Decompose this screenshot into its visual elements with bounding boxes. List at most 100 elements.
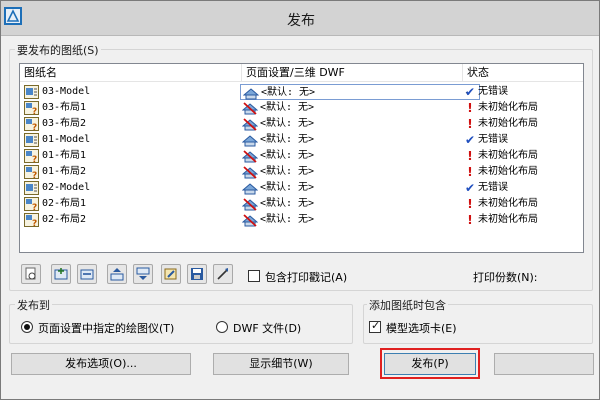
save-list-button[interactable] — [187, 264, 207, 284]
plot-stamp-settings-button[interactable] — [161, 264, 181, 284]
page-setup-text: <默认: 无> — [260, 182, 315, 193]
status-cell: ! 未初始化布局 — [462, 164, 538, 180]
plotter-crossed-icon — [241, 149, 259, 163]
cancel-button-partial[interactable] — [494, 353, 594, 375]
page-setup-text: <默认: 无> — [260, 102, 315, 113]
plotter-crossed-icon — [241, 213, 259, 227]
sheet-row[interactable]: ? 02-布局1 <默认: 无>! 未初始化布局 — [20, 196, 583, 213]
sheet-row[interactable]: ? 01-布局2 <默认: 无>! 未初始化布局 — [20, 164, 583, 181]
status-text: 无错误 — [478, 134, 508, 145]
check-icon: ✔ — [464, 85, 476, 99]
page-setup-text: <默认: 无> — [260, 134, 315, 145]
sheet-name-text: 01-Model — [42, 134, 91, 145]
page-setup-cell[interactable]: <默认: 无> — [240, 196, 480, 212]
layout-sheet-icon: ? — [24, 165, 39, 181]
sheet-name-cell[interactable]: ? 02-布局1 — [22, 196, 87, 213]
status-cell: ✔ 无错误 — [462, 84, 508, 100]
column-header-setup[interactable]: 页面设置/三维 DWF — [241, 64, 461, 82]
page-setup-cell[interactable]: <默认: 无> — [240, 212, 480, 228]
page-setup-cell[interactable]: <默认: 无> — [240, 148, 480, 164]
sheet-row[interactable]: 03-Model <默认: 无> ⌄ ✔ 无错误 — [20, 84, 583, 100]
status-cell: ! 未初始化布局 — [462, 100, 538, 116]
page-setup-text: <默认: 无> — [260, 214, 315, 225]
publish-options-button[interactable]: 发布选项(O)... — [11, 353, 191, 375]
sheet-name-text: 03-布局2 — [42, 118, 87, 129]
show-details-button[interactable]: 显示细节(W) — [213, 353, 349, 375]
page-setup-cell[interactable]: <默认: 无> — [240, 180, 480, 196]
warning-icon: ! — [467, 197, 473, 211]
plotter-crossed-icon — [241, 101, 259, 115]
svg-text:?: ? — [32, 171, 37, 179]
sheet-row[interactable]: 02-Model <默认: 无> ✔ 无错误 — [20, 180, 583, 196]
sheet-name-text: 02-布局1 — [42, 198, 87, 209]
sheet-name-cell[interactable]: ? 03-布局2 — [22, 116, 87, 133]
sheet-row[interactable]: 01-Model <默认: 无> ✔ 无错误 — [20, 132, 583, 148]
publish-dialog: 发布 要发布的图纸(S) 图纸名 页面设置/三维 DWF 状态 03-Model… — [0, 0, 600, 400]
model-tab-label: 模型选项卡(E) — [386, 322, 457, 335]
move-down-button[interactable] — [133, 264, 153, 284]
page-setup-cell[interactable]: <默认: 无> — [240, 100, 480, 116]
sheet-name-cell[interactable]: 01-Model — [22, 132, 90, 148]
dwf-radio[interactable] — [216, 321, 228, 333]
layout-sheet-icon: ? — [24, 117, 39, 133]
status-cell: ✔ 无错误 — [462, 180, 508, 196]
sheets-group-label: 要发布的图纸(S) — [15, 42, 101, 58]
plotter-crossed-icon — [241, 165, 259, 179]
page-setup-text: <默认: 无> — [260, 118, 315, 129]
sheet-row[interactable]: ? 02-布局2 <默认: 无> ! 未初始化布局 — [20, 212, 583, 229]
check-icon: ✔ — [464, 181, 476, 195]
page-setup-dropdown[interactable]: <默认: 无> ⌄ — [240, 84, 480, 100]
sheet-row[interactable]: ? 03-布局2 <默认: 无>! 未初始化布局 — [20, 116, 583, 133]
add-sheets-group-label: 添加图纸时包含 — [367, 297, 448, 313]
publish-button-highlight — [380, 348, 480, 379]
column-header-name[interactable]: 图纸名 — [20, 64, 240, 82]
plotter-crossed-icon — [241, 197, 259, 211]
title-bar[interactable]: 发布 — [1, 1, 599, 36]
model-tab-checkbox[interactable] — [369, 319, 381, 333]
sheet-name-cell[interactable]: 02-Model — [22, 180, 90, 196]
model-sheet-icon — [24, 181, 39, 195]
svg-text:?: ? — [32, 219, 37, 227]
sheet-rows: 03-Model <默认: 无> ⌄ ✔ 无错误? 03-布局1 <默认: 无>! 未初始化布… — [20, 84, 583, 229]
model-sheet-icon — [24, 133, 39, 147]
svg-text:?: ? — [32, 107, 37, 115]
status-text: 未初始化布局 — [478, 150, 538, 161]
status-cell: ✔ 无错误 — [462, 132, 508, 148]
sheet-list[interactable]: 图纸名 页面设置/三维 DWF 状态 03-Model <默认: 无> ⌄ ✔ 无错误?… — [19, 63, 584, 253]
sheet-name-text: 02-Model — [42, 182, 91, 193]
sheet-name-cell[interactable]: ? 01-布局1 — [22, 148, 86, 165]
plotter-icon — [241, 133, 259, 147]
sheet-name-cell[interactable]: ? 01-布局2 — [22, 164, 86, 181]
page-setup-cell[interactable]: <默认: 无> — [240, 164, 480, 180]
remove-sheets-icon — [80, 269, 94, 280]
plotter-radio-label: 页面设置中指定的绘图仪(T) — [38, 322, 175, 335]
add-sheets-button[interactable] — [51, 264, 71, 284]
status-cell: ! 未初始化布局 — [462, 212, 538, 228]
page-setup-cell[interactable]: <默认: 无> — [240, 116, 480, 132]
status-text: 未初始化布局 — [478, 214, 538, 225]
sheet-row[interactable]: ? 03-布局1 <默认: 无> ! 未初始化布局 — [20, 100, 583, 117]
move-up-button[interactable] — [107, 264, 127, 284]
sheet-name-cell[interactable]: ? 02-布局2 — [22, 212, 86, 229]
plotter-radio[interactable] — [21, 321, 33, 333]
copies-label: 打印份数(N): — [473, 271, 538, 284]
plot-stamp-checkbox[interactable] — [248, 270, 260, 282]
page-setup-text: <默认: 无> — [260, 150, 315, 161]
preview-button[interactable] — [21, 264, 41, 284]
load-list-button[interactable] — [213, 264, 233, 284]
list-header: 图纸名 页面设置/三维 DWF 状态 — [20, 64, 583, 82]
plotter-icon — [241, 181, 259, 195]
sheet-name-cell[interactable]: 03-Model — [22, 84, 90, 100]
sheet-name-cell[interactable]: ? 03-布局1 — [22, 100, 87, 117]
sheet-name-text: 03-布局1 — [42, 102, 87, 113]
remove-sheets-button[interactable] — [77, 264, 97, 284]
status-text: 未初始化布局 — [478, 102, 538, 113]
status-text: 未初始化布局 — [478, 166, 538, 177]
check-icon: ✔ — [464, 133, 476, 147]
preview-icon — [25, 267, 36, 280]
sheet-row[interactable]: ? 01-布局1 <默认: 无>! 未初始化布局 — [20, 148, 583, 165]
status-text: 未初始化布局 — [478, 198, 538, 209]
page-setup-cell[interactable]: <默认: 无> — [240, 132, 480, 148]
save-list-icon — [191, 268, 203, 280]
column-header-status[interactable]: 状态 — [462, 64, 583, 82]
